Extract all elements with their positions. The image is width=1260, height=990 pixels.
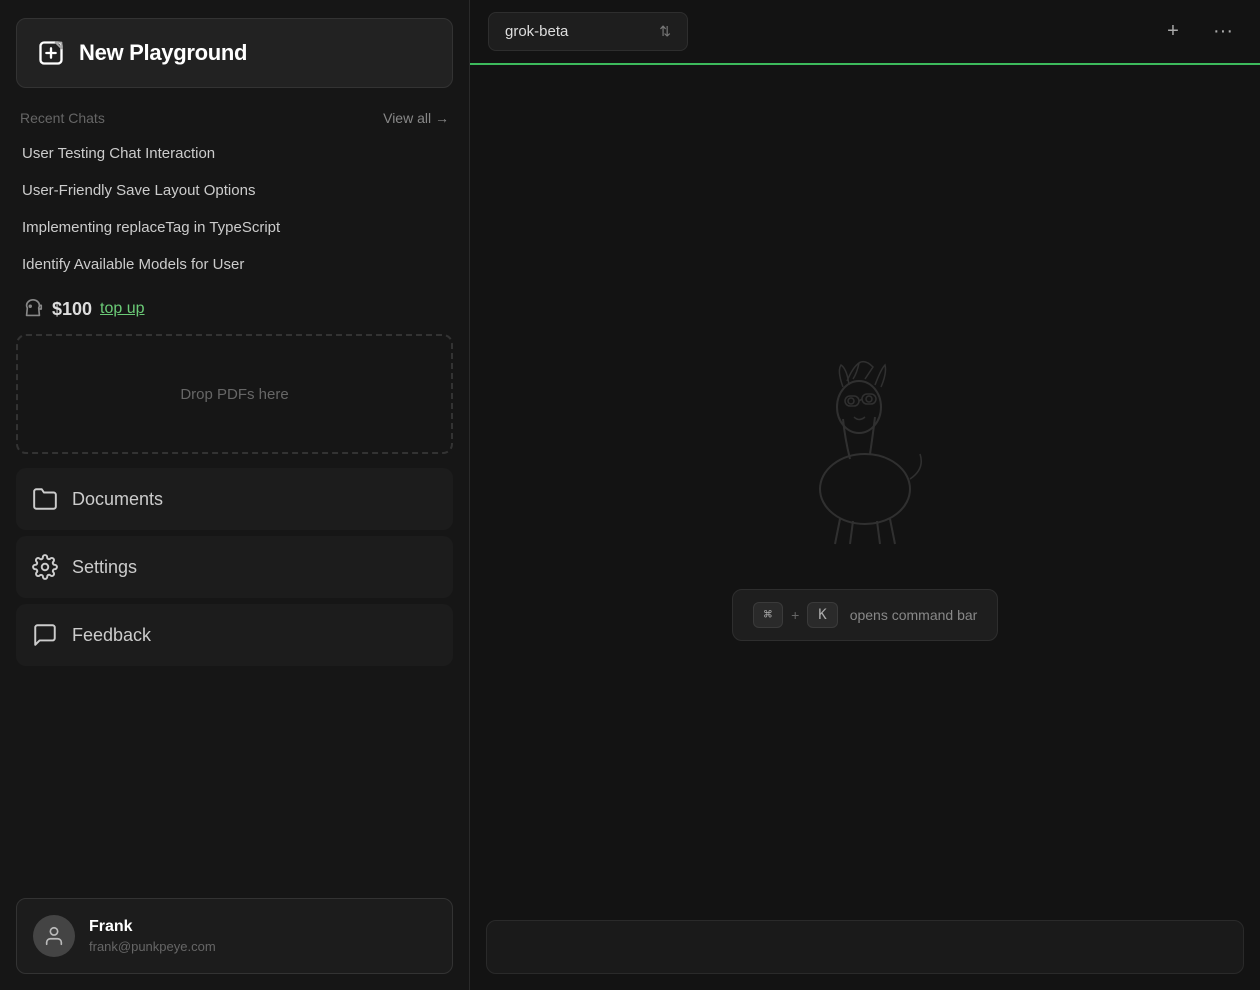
- user-icon: [43, 925, 65, 947]
- model-selector[interactable]: grok-beta ⇅: [488, 12, 688, 51]
- pdf-drop-zone[interactable]: Drop PDFs here: [16, 334, 453, 454]
- documents-label: Documents: [72, 489, 163, 510]
- chat-item-3[interactable]: Identify Available Models for User: [16, 247, 453, 282]
- avatar: [33, 915, 75, 957]
- chevron-updown-icon: ⇅: [659, 23, 671, 40]
- toolbar: grok-beta ⇅ + ···: [470, 0, 1260, 65]
- drop-pdfs-label: Drop PDFs here: [180, 386, 288, 403]
- user-email: frank@punkpeye.com: [89, 939, 216, 954]
- settings-nav-item[interactable]: Settings: [16, 536, 453, 598]
- chat-area: ⌘ + K opens command bar: [470, 65, 1260, 904]
- balance-amount: $100: [52, 299, 92, 320]
- new-playground-button[interactable]: New Playground: [16, 18, 453, 88]
- chat-item-2[interactable]: Implementing replaceTag in TypeScript: [16, 210, 453, 245]
- llama-illustration: [765, 329, 965, 549]
- sidebar: New Playground Recent Chats View all → U…: [0, 0, 470, 990]
- new-playground-icon: [37, 39, 65, 67]
- settings-icon: [32, 554, 58, 580]
- chat-list: User Testing Chat Interaction User-Frien…: [16, 136, 453, 282]
- user-name: Frank: [89, 918, 216, 936]
- chat-input-bar[interactable]: [486, 920, 1244, 974]
- folder-icon: [32, 486, 58, 512]
- chat-item-0[interactable]: User Testing Chat Interaction: [16, 136, 453, 171]
- view-all-link[interactable]: View all →: [383, 110, 449, 126]
- top-up-link[interactable]: top up: [100, 300, 144, 318]
- documents-nav-item[interactable]: Documents: [16, 468, 453, 530]
- plus-separator: +: [791, 607, 799, 623]
- balance-row: $100 top up: [16, 290, 453, 334]
- k-key-badge: K: [807, 602, 837, 628]
- shortcut-hint: ⌘ + K opens command bar: [732, 589, 999, 641]
- main-area: grok-beta ⇅ + ···: [470, 0, 1260, 990]
- more-options-button[interactable]: ···: [1204, 13, 1242, 51]
- cmd-key-badge: ⌘: [753, 602, 783, 628]
- feedback-label: Feedback: [72, 625, 151, 646]
- feedback-nav-item[interactable]: Feedback: [16, 604, 453, 666]
- chat-item-1[interactable]: User-Friendly Save Layout Options: [16, 173, 453, 208]
- recent-chats-header: Recent Chats View all →: [16, 110, 453, 126]
- feedback-icon: [32, 622, 58, 648]
- nav-items: Documents Settings Feedback: [16, 468, 453, 886]
- piggy-bank-icon: [22, 298, 44, 320]
- model-name: grok-beta: [505, 23, 649, 40]
- recent-chats-title: Recent Chats: [20, 110, 105, 126]
- user-card[interactable]: Frank frank@punkpeye.com: [16, 898, 453, 974]
- new-playground-label: New Playground: [79, 40, 247, 66]
- add-button[interactable]: +: [1154, 13, 1192, 51]
- user-info: Frank frank@punkpeye.com: [89, 918, 216, 954]
- shortcut-hint-text: opens command bar: [850, 607, 978, 623]
- settings-label: Settings: [72, 557, 137, 578]
